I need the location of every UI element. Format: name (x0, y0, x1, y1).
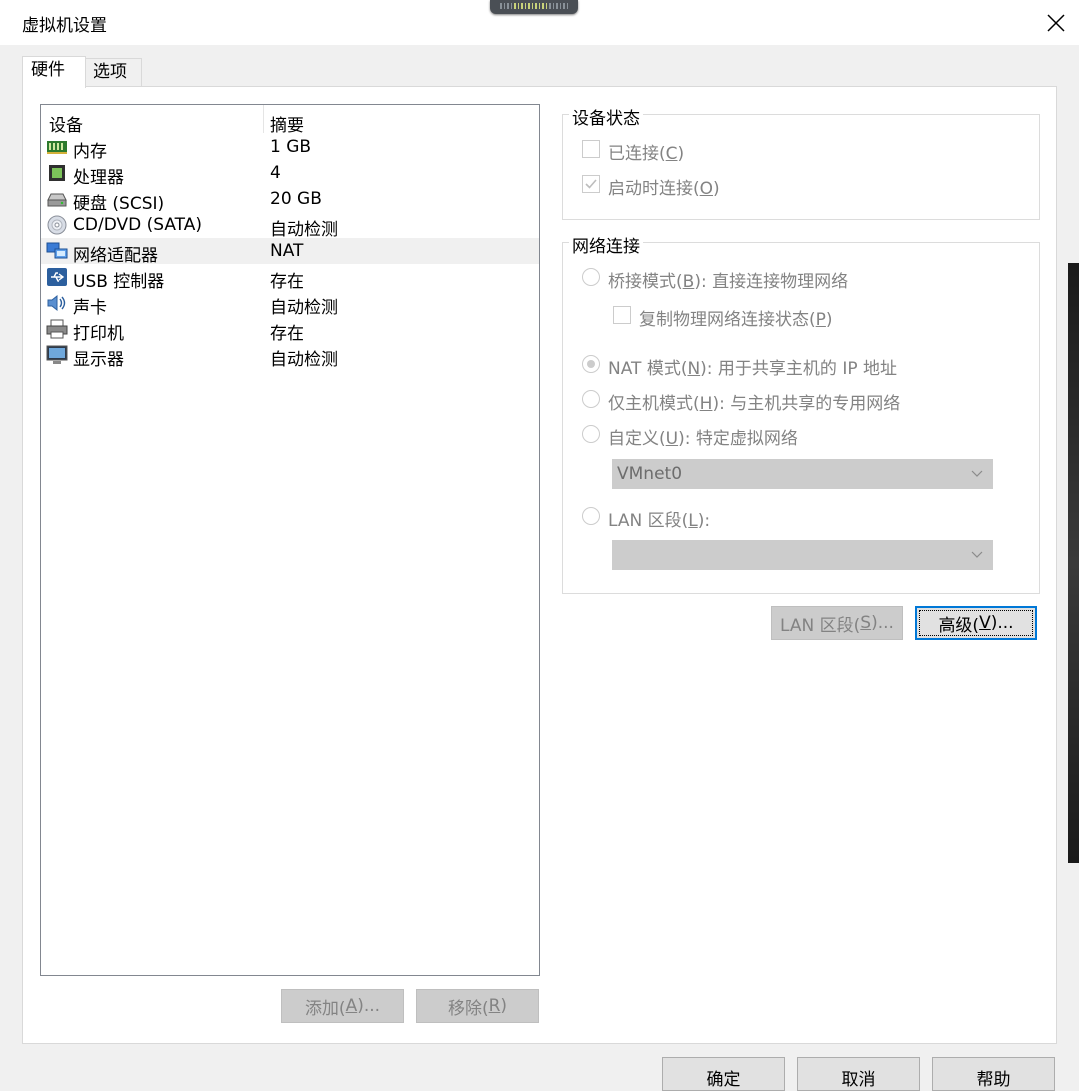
list-item-hard-disk[interactable]: 硬盘 (SCSI) 20 GB (41, 186, 539, 214)
list-item-processor[interactable]: 处理器 4 (41, 160, 539, 188)
toolbar-grip-handle[interactable] (490, 0, 578, 14)
list-item-cd-dvd[interactable]: CD/DVD (SATA) 自动检测 (41, 212, 539, 240)
nat-radio[interactable] (582, 355, 600, 373)
tab-options-label: 选项 (93, 62, 127, 82)
chevron-down-icon (971, 551, 983, 558)
list-item-memory[interactable]: 内存 1 GB (41, 134, 539, 162)
list-item-usb-controller[interactable]: USB 控制器 存在 (41, 264, 539, 292)
list-item-network-adapter[interactable]: 网络适配器 NAT (41, 238, 539, 266)
lan-segments-button[interactable]: LAN 区段(S)... (771, 606, 903, 640)
tab-hardware-label: 硬件 (31, 60, 65, 80)
device-summary: 自动检测 (270, 298, 338, 318)
ok-button[interactable]: 确定 (662, 1057, 785, 1091)
lan-segment-label: LAN 区段(L): (608, 511, 711, 531)
close-icon (1047, 13, 1065, 32)
tab-hardware[interactable]: 硬件 (22, 56, 86, 88)
network-connection-title: 网络连接 (569, 232, 643, 257)
column-separator[interactable] (263, 105, 264, 133)
device-summary: 自动检测 (270, 350, 338, 370)
connect-at-power-on-label: 启动时连接(O) (608, 179, 720, 199)
lan-segment-radio[interactable] (582, 507, 600, 525)
nat-label: NAT 模式(N): 用于共享主机的 IP 地址 (608, 359, 898, 379)
chevron-down-icon (971, 470, 983, 477)
connect-at-power-on-checkbox[interactable] (582, 175, 600, 193)
device-name: 网络适配器 (73, 246, 158, 266)
device-summary: 4 (270, 163, 281, 183)
list-item-display[interactable]: 显示器 自动检测 (41, 342, 539, 370)
device-name: 显示器 (73, 350, 124, 370)
sound-card-icon (47, 294, 66, 312)
lan-segment-select[interactable] (612, 540, 993, 570)
processor-icon (49, 165, 65, 181)
column-header-summary[interactable]: 摘要 (270, 111, 304, 136)
cancel-label: 取消 (841, 1070, 876, 1090)
device-name: 内存 (73, 142, 107, 162)
advanced-button[interactable]: 高级(V)... (915, 606, 1037, 640)
bridged-label: 桥接模式(B): 直接连接物理网络 (608, 272, 849, 292)
device-summary: NAT (270, 241, 304, 261)
checkmark-icon (585, 179, 597, 189)
add-button[interactable]: 添加(A)... (281, 989, 404, 1023)
window-title: 虚拟机设置 (22, 16, 107, 36)
custom-network-value: VMnet0 (617, 464, 683, 484)
background-window-edge (1068, 263, 1079, 863)
ok-label: 确定 (706, 1070, 741, 1090)
remove-button[interactable]: 移除(R) (416, 989, 539, 1023)
display-icon (46, 345, 68, 364)
device-summary: 存在 (270, 324, 304, 344)
cd-dvd-icon (47, 215, 67, 235)
device-summary: 存在 (270, 272, 304, 292)
connected-checkbox[interactable] (582, 140, 600, 158)
host-only-label: 仅主机模式(H): 与主机共享的专用网络 (608, 394, 901, 414)
device-summary: 1 GB (270, 137, 312, 157)
device-summary: 20 GB (270, 189, 322, 209)
bridged-radio[interactable] (582, 268, 600, 286)
close-button[interactable] (1033, 0, 1079, 45)
cancel-button[interactable]: 取消 (797, 1057, 920, 1091)
host-only-radio[interactable] (582, 390, 600, 408)
usb-icon (47, 268, 67, 286)
device-list[interactable]: 设备 摘要 内存 1 GB 处理器 4 硬盘 (SCSI) 20 GB CD/D… (40, 104, 540, 976)
hard-disk-icon (47, 193, 67, 207)
help-button[interactable]: 帮助 (932, 1057, 1055, 1091)
device-name: 硬盘 (SCSI) (73, 194, 165, 214)
network-adapter-icon (46, 242, 68, 259)
title-bar: 虚拟机设置 (0, 0, 1079, 45)
device-name: 处理器 (73, 168, 124, 188)
custom-radio[interactable] (582, 425, 600, 443)
device-name: 声卡 (73, 298, 107, 318)
memory-icon (47, 141, 67, 154)
custom-network-select[interactable]: VMnet0 (612, 459, 993, 489)
device-status-group (562, 114, 1040, 220)
tab-options[interactable]: 选项 (84, 58, 142, 87)
device-status-title: 设备状态 (569, 104, 643, 129)
replicate-state-checkbox[interactable] (613, 306, 631, 324)
help-label: 帮助 (976, 1070, 1011, 1090)
list-item-printer[interactable]: 打印机 存在 (41, 316, 539, 344)
device-name: 打印机 (73, 324, 124, 344)
device-summary: 自动检测 (270, 220, 338, 240)
replicate-state-label: 复制物理网络连接状态(P) (639, 310, 833, 330)
device-name: USB 控制器 (73, 272, 165, 292)
connected-label: 已连接(C) (608, 144, 685, 164)
printer-icon (46, 319, 68, 339)
column-header-device[interactable]: 设备 (49, 111, 83, 136)
device-name: CD/DVD (SATA) (73, 215, 202, 235)
custom-label: 自定义(U): 特定虚拟网络 (608, 429, 798, 449)
list-item-sound-card[interactable]: 声卡 自动检测 (41, 290, 539, 318)
